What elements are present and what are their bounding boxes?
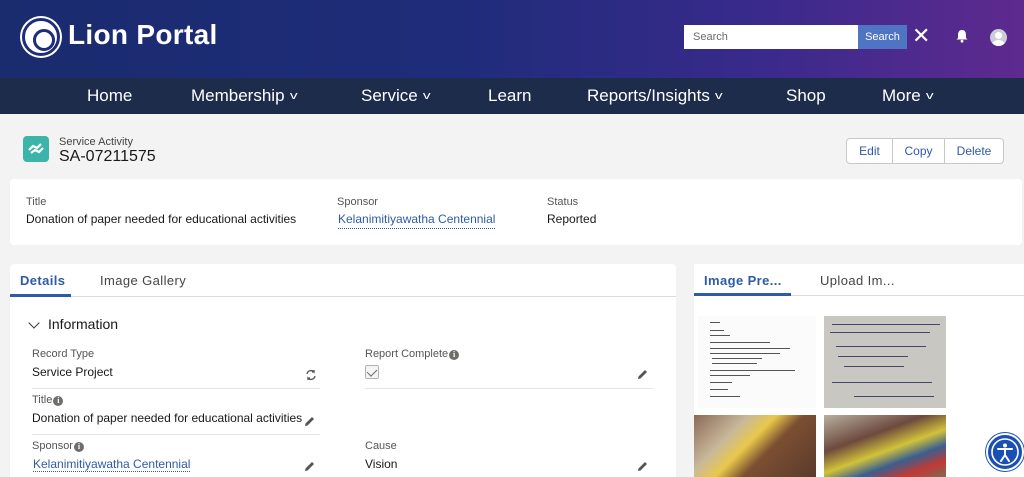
sponsor-link[interactable]: Kelanimitiyawatha Centennial [338,212,496,229]
sponsor-label: Sponsor [337,196,378,208]
chevron-down-icon: v [289,90,298,102]
tab-details[interactable]: Details [20,273,65,288]
chevron-down-icon: v [925,90,934,102]
delete-button[interactable]: Delete [945,139,1003,163]
record-type-field-label: Record Type [32,348,95,360]
image-thumbnail-document[interactable] [698,316,816,408]
record-type-field-value: Service Project [32,365,113,379]
copy-button[interactable]: Copy [893,139,945,163]
service-activity-icon [23,136,49,162]
details-panel: Details Image Gallery Information Record… [10,264,676,477]
edit-button[interactable]: Edit [847,139,893,163]
image-thumbnail-photo[interactable] [824,415,946,477]
pencil-icon[interactable] [304,416,315,427]
section-title-information[interactable]: Information [48,316,118,332]
details-tabs: Details Image Gallery [10,264,676,297]
active-tab-indicator [694,293,791,296]
nav-item-service[interactable]: Service v [361,86,431,106]
avatar[interactable] [990,29,1007,46]
top-header: Lion Portal Search ✕ [0,0,1024,78]
title-label: Title [26,196,47,208]
chevron-down-icon[interactable] [28,317,40,329]
title-field-label: Title i [32,394,64,406]
field-divider [365,388,653,389]
nav-item-shop[interactable]: Shop [786,86,826,106]
report-complete-field-label: Report Complete i [365,348,460,360]
brand-title[interactable]: Lion Portal [68,19,218,51]
close-icon[interactable]: ✕ [912,24,930,48]
report-complete-checkbox [365,365,379,379]
main-nav: Home Membership v Service v Learn Reports/… [0,78,1024,114]
field-divider [32,434,320,435]
pencil-icon[interactable] [637,369,648,380]
tab-image-preview[interactable]: Image Pre... [704,273,782,288]
change-record-type-icon[interactable] [305,369,317,381]
status-value: Reported [547,212,597,226]
nav-item-reports-insights[interactable]: Reports/Insights v [587,86,723,106]
image-panel: Image Pre... Upload Im... [694,264,1024,477]
bell-icon[interactable] [955,29,969,43]
nav-item-more[interactable]: More v [882,86,934,106]
field-divider [32,388,320,389]
sponsor-field-label: Sponsor i [32,440,84,452]
record-type-label: Service Activity [59,136,133,148]
chevron-down-icon: v [422,90,431,102]
record-header: Service Activity SA-07211575 Edit Copy D… [10,124,1022,176]
accessibility-icon [991,438,1019,466]
nav-item-learn[interactable]: Learn [488,86,531,106]
highlights-panel: Title Donation of paper needed for educa… [10,179,1022,245]
search-button[interactable]: Search [858,25,907,49]
status-label: Status [547,196,579,208]
record-name: SA-07211575 [59,148,156,165]
lions-logo[interactable] [22,18,60,56]
info-icon[interactable]: i [53,396,64,406]
tab-upload-image[interactable]: Upload Im... [820,273,895,288]
pencil-icon[interactable] [637,461,648,472]
nav-item-home[interactable]: Home [87,86,132,106]
cause-field-value: Vision [365,457,398,471]
image-thumbnail-handwritten[interactable] [824,316,946,408]
nav-item-membership[interactable]: Membership v [191,86,298,106]
image-thumbnail-photo[interactable] [694,415,816,477]
info-icon[interactable]: i [449,350,460,360]
sponsor-field-link[interactable]: Kelanimitiyawatha Centennial [33,457,191,472]
active-tab-indicator [10,294,71,297]
title-value: Donation of paper needed for educational… [26,212,297,226]
title-field-value: Donation of paper needed for educational… [32,411,303,425]
info-icon[interactable]: i [73,442,84,452]
image-tabs: Image Pre... Upload Im... [694,264,1024,296]
cause-field-label: Cause [365,440,397,452]
accessibility-button[interactable] [986,433,1024,471]
chevron-down-icon: v [714,90,723,102]
pencil-icon[interactable] [304,461,315,472]
record-actions: Edit Copy Delete [846,138,1004,164]
search-input[interactable] [684,25,858,49]
tab-image-gallery[interactable]: Image Gallery [100,273,186,288]
